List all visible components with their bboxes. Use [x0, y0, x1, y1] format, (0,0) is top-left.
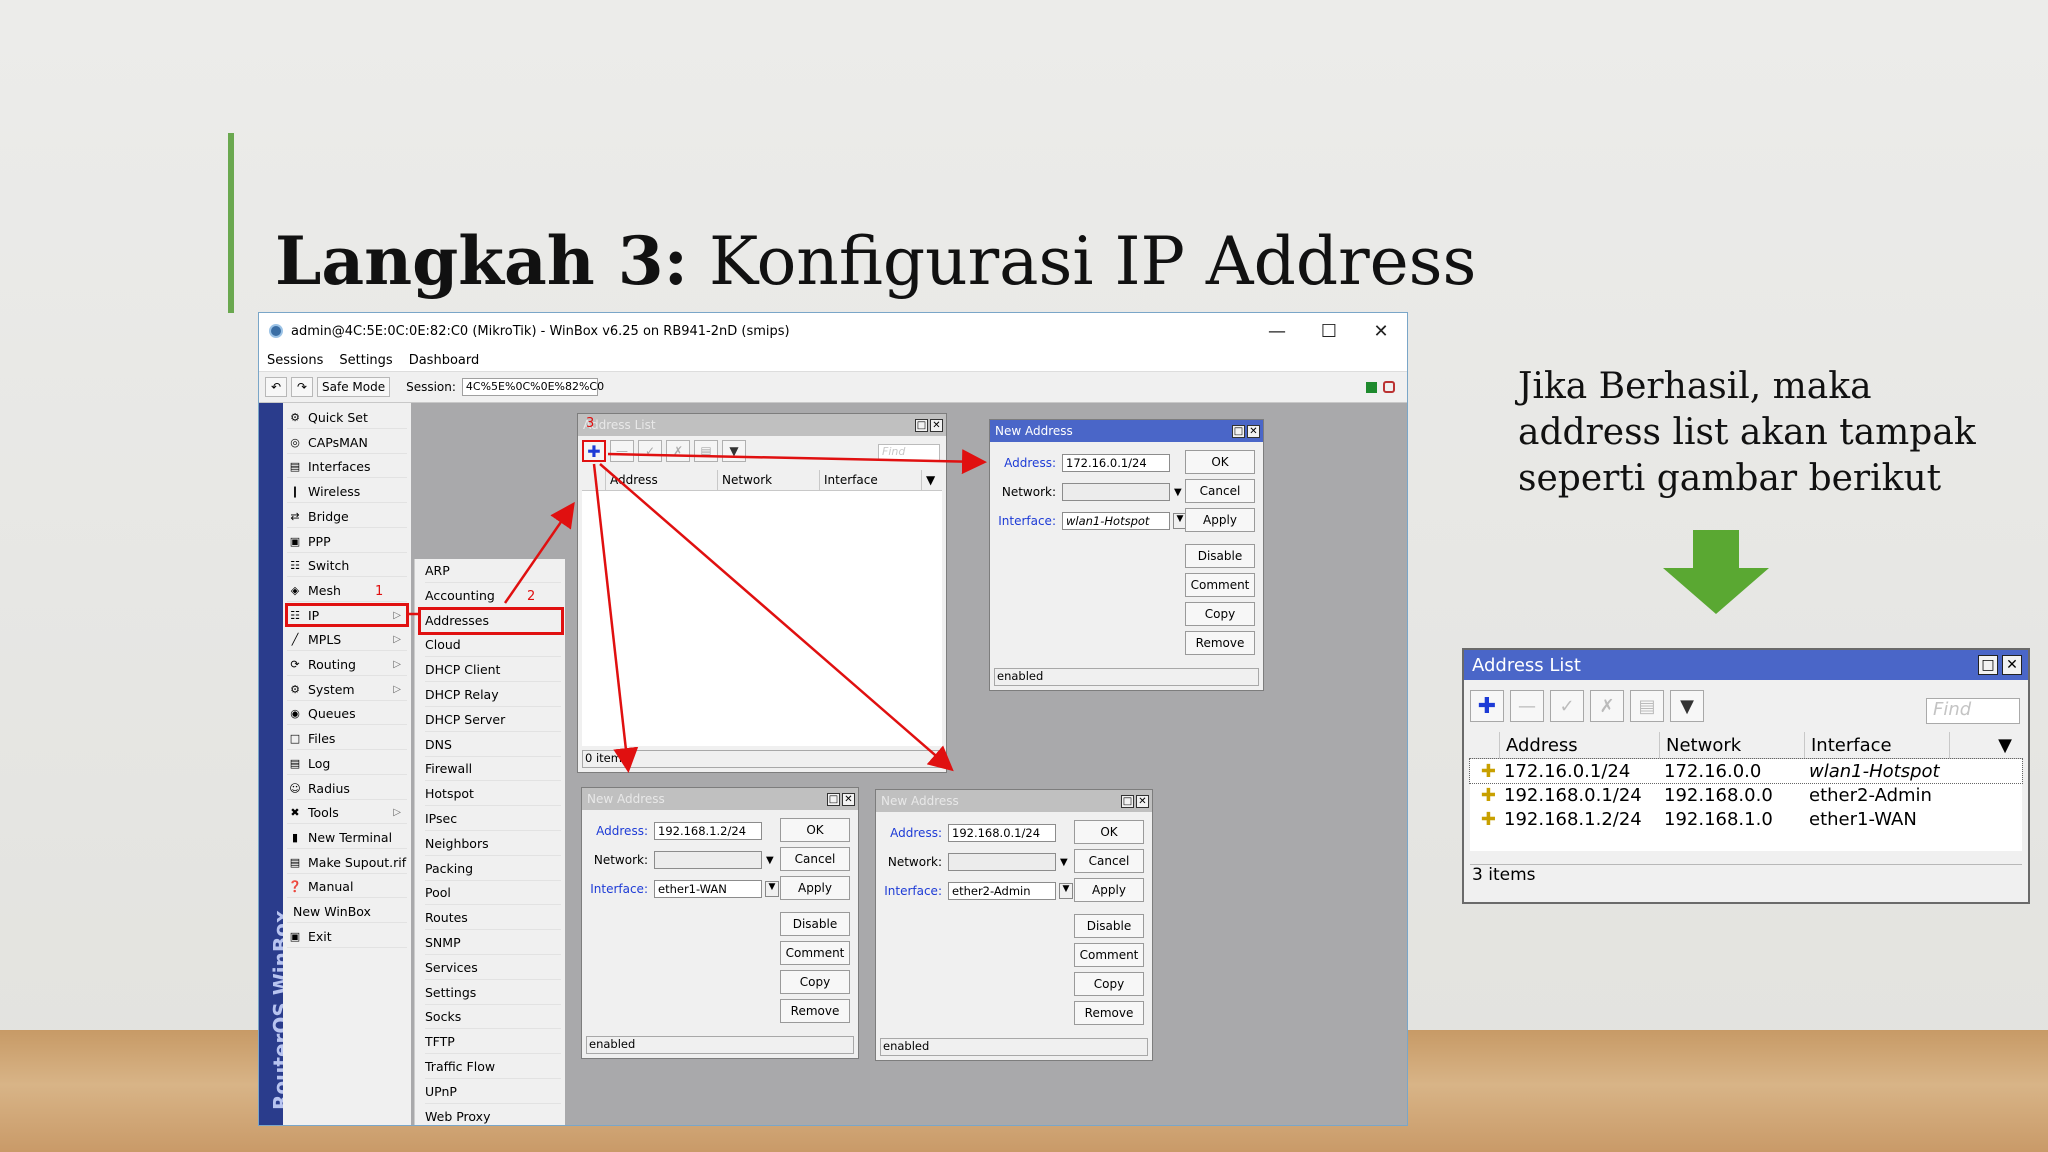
cell-network: 192.168.1.0: [1664, 808, 1773, 830]
table-row[interactable]: ✚ 172.16.0.1/24 172.16.0.0 wlan1-Hotspot: [1469, 758, 2023, 784]
check-icon: ✓: [1559, 695, 1575, 717]
cross-icon: ✗: [1599, 695, 1615, 717]
table-row[interactable]: ✚ 192.168.0.1/24 192.168.0.0 ether2-Admin: [1470, 783, 2022, 807]
cell-interface: ether2-Admin: [1809, 784, 1932, 806]
arrow-add-to-dialog3: [599, 463, 954, 772]
cell-network: 192.168.0.0: [1664, 784, 1773, 806]
result-list-titlebar: Address List □ ✕: [1464, 650, 2028, 680]
close-icon[interactable]: ✕: [2002, 655, 2022, 675]
table-row[interactable]: ✚ 192.168.1.2/24 192.168.1.0 ether1-WAN: [1470, 807, 2022, 831]
column-address[interactable]: Address: [1500, 732, 1660, 758]
filter-icon: ▼: [1680, 695, 1694, 717]
column-interface[interactable]: Interface: [1805, 732, 1950, 758]
cell-network: 172.16.0.0: [1664, 760, 1762, 782]
column-menu-icon[interactable]: ▼: [1950, 732, 2020, 758]
result-address-list: Address List □ ✕ ✚ — ✓ ✗ ▤ ▼ Find Address…: [1462, 648, 2030, 904]
result-list-header: Address Network Interface ▼: [1470, 732, 2022, 759]
cell-address: 192.168.0.1/24: [1504, 784, 1642, 806]
filter-button[interactable]: ▼: [1670, 690, 1704, 722]
arrow-add-to-dialog2: [592, 463, 639, 773]
address-plus-icon: ✚: [1480, 784, 1496, 806]
cell-interface: wlan1-Hotspot: [1809, 760, 1940, 782]
annotation-arrows: [408, 449, 987, 773]
comment-icon: ▤: [1638, 695, 1656, 717]
arrow-add-to-dialog1: [607, 449, 987, 475]
cell-interface: ether1-WAN: [1809, 808, 1917, 830]
header-spacer: [1470, 732, 1500, 758]
restore-icon[interactable]: □: [1978, 655, 1998, 675]
plus-icon: ✚: [1477, 693, 1497, 719]
disable-button[interactable]: ✗: [1590, 690, 1624, 722]
remove-button[interactable]: —: [1510, 690, 1544, 722]
arrow-addresses-to-list: [503, 501, 575, 604]
minus-icon: —: [1518, 695, 1536, 717]
cell-address: 172.16.0.1/24: [1504, 760, 1631, 782]
find-input[interactable]: Find: [1926, 698, 2020, 724]
address-plus-icon: ✚: [1480, 760, 1496, 782]
comment-button[interactable]: ▤: [1630, 690, 1664, 722]
column-network[interactable]: Network: [1660, 732, 1805, 758]
cell-address: 192.168.1.2/24: [1504, 808, 1642, 830]
result-list-title: Address List: [1472, 654, 1581, 676]
address-plus-icon: ✚: [1480, 808, 1496, 830]
result-list-body: ✚ 172.16.0.1/24 172.16.0.0 wlan1-Hotspot ✚ 19…: [1469, 758, 2023, 851]
add-button[interactable]: ✚: [1470, 690, 1504, 722]
enable-button[interactable]: ✓: [1550, 690, 1584, 722]
result-list-status: 3 items: [1470, 864, 2022, 891]
